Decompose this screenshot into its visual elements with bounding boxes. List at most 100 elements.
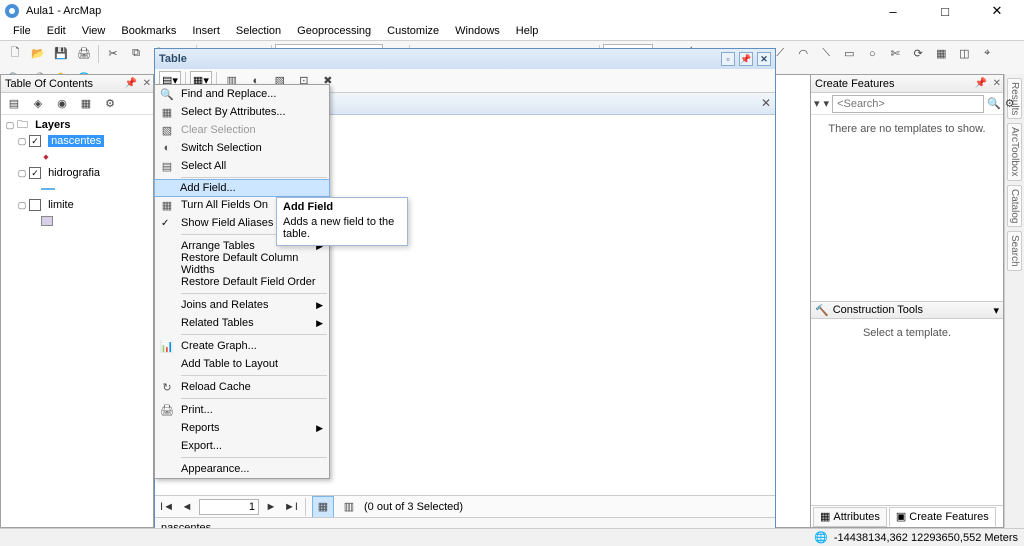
menu-edit[interactable]: Edit (40, 23, 73, 39)
layer-hidrografia[interactable]: hidrografia (48, 167, 100, 179)
layer-nascentes[interactable]: nascentes (48, 135, 104, 147)
list-by-visibility-icon[interactable]: ◉ (51, 93, 73, 115)
list-by-source-icon[interactable]: ◈ (27, 93, 49, 115)
table-window-title: Table (159, 53, 187, 65)
list-by-selection-icon[interactable]: ▦ (75, 93, 97, 115)
table-window-titlebar[interactable]: Table ▫ 📌 ✕ (155, 49, 775, 69)
maximize-button[interactable]: □ (926, 1, 964, 21)
draw-rect-icon[interactable]: ▭ (838, 43, 860, 65)
nav-selection-status: (0 out of 3 Selected) (364, 501, 463, 513)
table-close-button[interactable]: ✕ (757, 52, 771, 66)
copy-button[interactable]: ⧉ (125, 43, 147, 65)
nav-last-button[interactable]: ►I (283, 501, 299, 513)
menu-related-tables[interactable]: Related Tables▶ (155, 314, 329, 332)
draw-attr-icon[interactable]: ▦ (930, 43, 952, 65)
tab-arctoolbox[interactable]: ArcToolbox (1007, 123, 1022, 180)
menu-appearance[interactable]: Appearance... (155, 460, 329, 478)
minimize-button[interactable]: – (874, 1, 912, 21)
options-icon[interactable]: ⚙ (99, 93, 121, 115)
symbol-line-icon[interactable] (41, 188, 55, 190)
create-features-tabs: ▦Attributes ▣Create Features (811, 505, 1003, 527)
menu-view[interactable]: View (75, 23, 113, 39)
symbol-box-icon[interactable] (41, 216, 53, 226)
close-button[interactable]: ✕ (978, 1, 1016, 21)
menu-select-by-attributes[interactable]: ▦Select By Attributes... (155, 103, 329, 121)
toc-tree[interactable]: ▢🗀 Layers ▢✓ nascentes ▢✓ hidrografia ▢ … (1, 115, 153, 527)
menu-print[interactable]: 🖨Print... (155, 401, 329, 419)
menu-add-table-layout[interactable]: Add Table to Layout (155, 355, 329, 373)
tab-catalog[interactable]: Catalog (1007, 185, 1022, 227)
filter-icon[interactable]: ▾ (813, 93, 821, 115)
menu-geoprocessing[interactable]: Geoprocessing (290, 23, 378, 39)
filter2-icon[interactable]: ▾ (823, 93, 831, 115)
tab-search[interactable]: Search (1007, 231, 1022, 271)
menu-restore-col-widths[interactable]: Restore Default Column Widths (155, 255, 329, 273)
menu-insert[interactable]: Insert (185, 23, 227, 39)
tooltip-desc: Adds a new field to the table. (283, 216, 401, 240)
menu-reports[interactable]: Reports▶ (155, 419, 329, 437)
nav-next-button[interactable]: ► (263, 501, 279, 513)
show-selected-button[interactable]: ▥ (338, 496, 360, 518)
menu-separator (181, 177, 327, 178)
close-tab-icon[interactable]: ✕ (761, 96, 771, 110)
menu-selection[interactable]: Selection (229, 23, 288, 39)
menu-bookmarks[interactable]: Bookmarks (114, 23, 183, 39)
app-icon (4, 3, 20, 19)
save-button[interactable]: 💾 (50, 43, 72, 65)
menu-reload-cache[interactable]: ↻Reload Cache (155, 378, 329, 396)
draw-seg-icon[interactable]: ⟍ (815, 43, 837, 65)
print-button[interactable]: 🖨 (73, 43, 95, 65)
expand-icon[interactable]: ▾ (993, 304, 999, 317)
close-panel-icon[interactable]: ✕ (143, 78, 151, 89)
menu-add-field[interactable]: Add Field... (154, 179, 330, 197)
menu-select-all[interactable]: ▤Select All (155, 157, 329, 175)
open-button[interactable]: 📂 (27, 43, 49, 65)
create-features-label: Create Features (815, 78, 894, 90)
selectall-icon: ▤ (159, 160, 175, 173)
layers-root[interactable]: Layers (35, 119, 70, 131)
search-options-icon[interactable]: ⚙ (1004, 93, 1016, 115)
checkbox[interactable] (29, 199, 41, 211)
menu-windows[interactable]: Windows (448, 23, 507, 39)
menu-help[interactable]: Help (509, 23, 546, 39)
nav-first-button[interactable]: I◄ (159, 501, 175, 513)
table-nav-bar: I◄ ◄ ► ►I ▦ ▥ (0 out of 3 Selected) (155, 495, 775, 517)
table-restore-button[interactable]: ▫ (721, 52, 735, 66)
checkbox[interactable]: ✓ (29, 167, 41, 179)
draw-rotate-icon[interactable]: ⟳ (907, 43, 929, 65)
show-all-button[interactable]: ▦ (312, 496, 334, 518)
list-by-drawing-icon[interactable]: ▤ (3, 93, 25, 115)
draw-split-icon[interactable]: ✄ (884, 43, 906, 65)
menu-export[interactable]: Export... (155, 437, 329, 455)
title-bar: Aula1 - ArcMap – □ ✕ (0, 0, 1024, 22)
menu-customize[interactable]: Customize (380, 23, 446, 39)
template-search-input[interactable] (832, 95, 984, 113)
pin-icon[interactable]: 📌 (125, 78, 137, 89)
menu-switch-selection[interactable]: ◐Switch Selection (155, 139, 329, 157)
close-panel-icon[interactable]: ✕ (993, 78, 1001, 89)
menu-create-graph[interactable]: 📊Create Graph... (155, 337, 329, 355)
check-icon: ✓ (161, 218, 169, 229)
create-icon: ▣ (896, 510, 906, 523)
new-button[interactable]: 🗋 (4, 43, 26, 65)
search-icon[interactable]: 🔍 (986, 93, 1002, 115)
menu-find-replace[interactable]: 🔍Find and Replace... (155, 85, 329, 103)
draw-arc-icon[interactable]: ◠ (792, 43, 814, 65)
draw-circ-icon[interactable]: ○ (861, 43, 883, 65)
menu-file[interactable]: File (6, 23, 38, 39)
draw-sketch-icon[interactable]: ◫ (953, 43, 975, 65)
cut-button[interactable]: ✂ (102, 43, 124, 65)
menu-joins-relates[interactable]: Joins and Relates▶ (155, 296, 329, 314)
pin-icon[interactable]: 📌 (975, 78, 987, 89)
nav-record-input[interactable] (199, 499, 259, 515)
nav-prev-button[interactable]: ◄ (179, 501, 195, 513)
tab-create-features[interactable]: ▣Create Features (889, 507, 996, 527)
draw-target-icon[interactable]: ⌖ (976, 43, 998, 65)
print-icon: 🖨 (159, 404, 175, 417)
checkbox[interactable]: ✓ (29, 135, 41, 147)
tab-attributes[interactable]: ▦Attributes (813, 507, 887, 527)
menu-restore-field-order[interactable]: Restore Default Field Order (155, 273, 329, 291)
symbol-dot-icon[interactable] (41, 152, 51, 162)
layer-limite[interactable]: limite (48, 199, 74, 211)
table-pin-button[interactable]: 📌 (739, 52, 753, 66)
